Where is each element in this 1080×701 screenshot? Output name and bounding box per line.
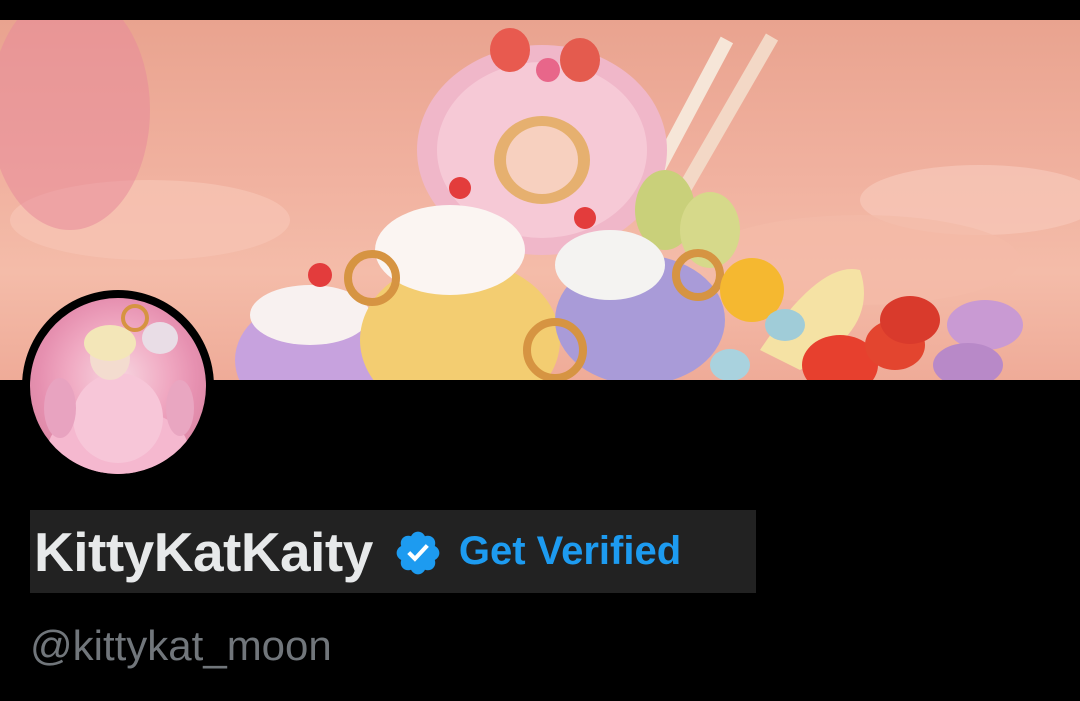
get-verified-link[interactable]: Get Verified xyxy=(459,529,681,574)
top-edge-strip xyxy=(0,0,1080,20)
avatar[interactable] xyxy=(30,298,206,474)
avatar-illustration xyxy=(44,304,194,474)
display-name: KittyKatKaity xyxy=(34,520,373,583)
verified-badge-icon[interactable] xyxy=(393,528,443,578)
user-handle: @kittykat_moon xyxy=(30,622,332,669)
avatar-ring xyxy=(22,290,214,482)
profile-name-row: KittyKatKaity Get Verified xyxy=(30,510,756,593)
